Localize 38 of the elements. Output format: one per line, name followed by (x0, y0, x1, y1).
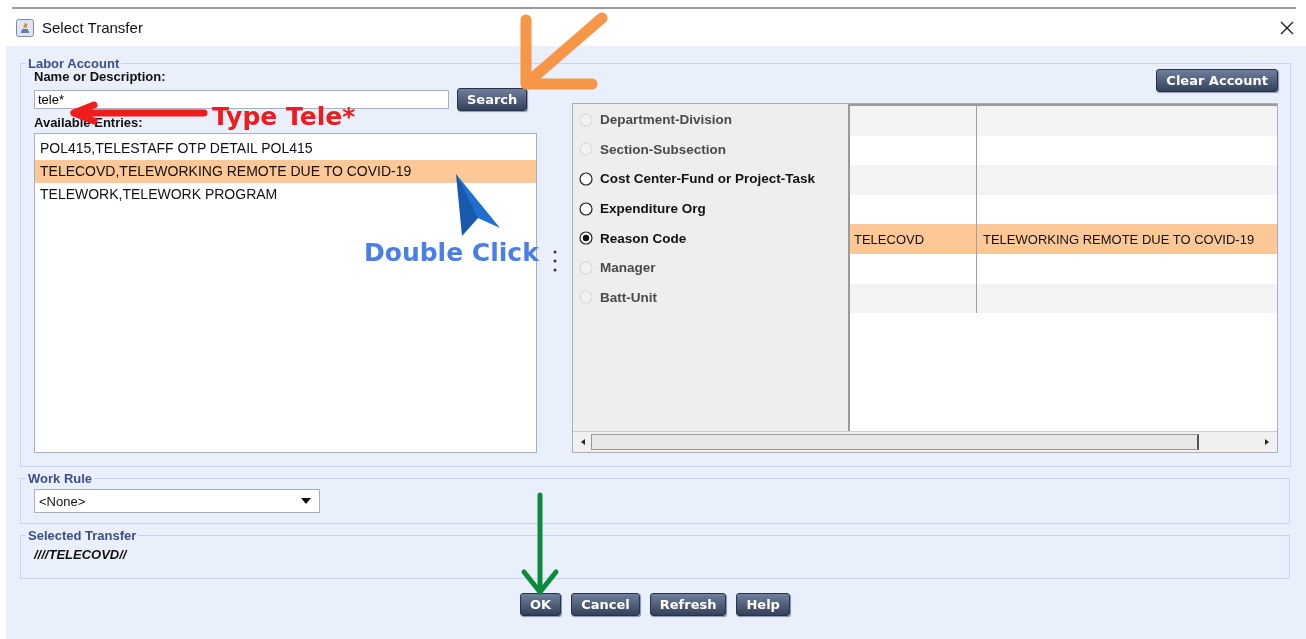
radio-button[interactable] (579, 201, 593, 216)
table-cell: TELECOVD (850, 224, 977, 254)
scrollbar-thumb[interactable] (591, 434, 1199, 450)
selected-transfer-text: ////TELECOVD// (34, 546, 129, 564)
dialog-button[interactable]: OK (520, 593, 562, 616)
radio-label: Section-Subsection (600, 141, 726, 157)
group-label: Labor Account (27, 56, 121, 71)
group-label: Selected Transfer (27, 528, 138, 543)
group-label: Work Rule (27, 471, 94, 486)
table-cell-text: TELEWORKING REMOTE DUE TO COVID-19 (982, 230, 1256, 249)
radio-label: Cost Center-Fund or Project-Task (600, 171, 816, 187)
list-item[interactable]: TELEWORK,TELEWORK PROGRAM (35, 183, 536, 206)
radio-label: Department-Division (600, 112, 733, 128)
list-item[interactable]: TELECOVD,TELEWORKING REMOTE DUE TO COVID-19 (35, 160, 536, 183)
dropdown-arrow-icon (301, 498, 311, 504)
table-row[interactable]: TELECOVD TELEWORKING REMOTE DUE TO COVID-19 (850, 224, 1277, 254)
dialog-button[interactable]: Cancel (571, 593, 640, 616)
scroll-right-icon[interactable] (1263, 438, 1271, 446)
dialog-button[interactable]: Help (736, 593, 790, 616)
radio-label: Expenditure Org (600, 201, 706, 217)
radio-label: Batt-Unit (600, 289, 657, 305)
splitter-handle[interactable] (552, 250, 557, 272)
close-icon[interactable] (1280, 20, 1294, 35)
radio-button[interactable] (579, 231, 593, 246)
dialog-button[interactable]: Refresh (649, 593, 727, 616)
horizontal-scrollbar[interactable] (573, 431, 1277, 452)
clear-account-button[interactable]: Clear Account (1156, 69, 1278, 92)
radio-label: Manager (600, 260, 656, 276)
app-icon (16, 18, 34, 37)
annotation-text: Double Click (364, 238, 539, 267)
scroll-left-icon[interactable] (579, 438, 587, 446)
field-label: Name or Description: (34, 69, 166, 85)
list-item[interactable]: POL415,TELESTAFF OTP DETAIL POL415 (35, 137, 536, 160)
work-rule-dropdown[interactable]: <None> (34, 489, 320, 513)
radio-label: Reason Code (600, 230, 687, 246)
radio-button[interactable] (579, 172, 593, 186)
search-button[interactable]: Search (457, 88, 528, 111)
window-title: Select Transfer (42, 19, 143, 36)
